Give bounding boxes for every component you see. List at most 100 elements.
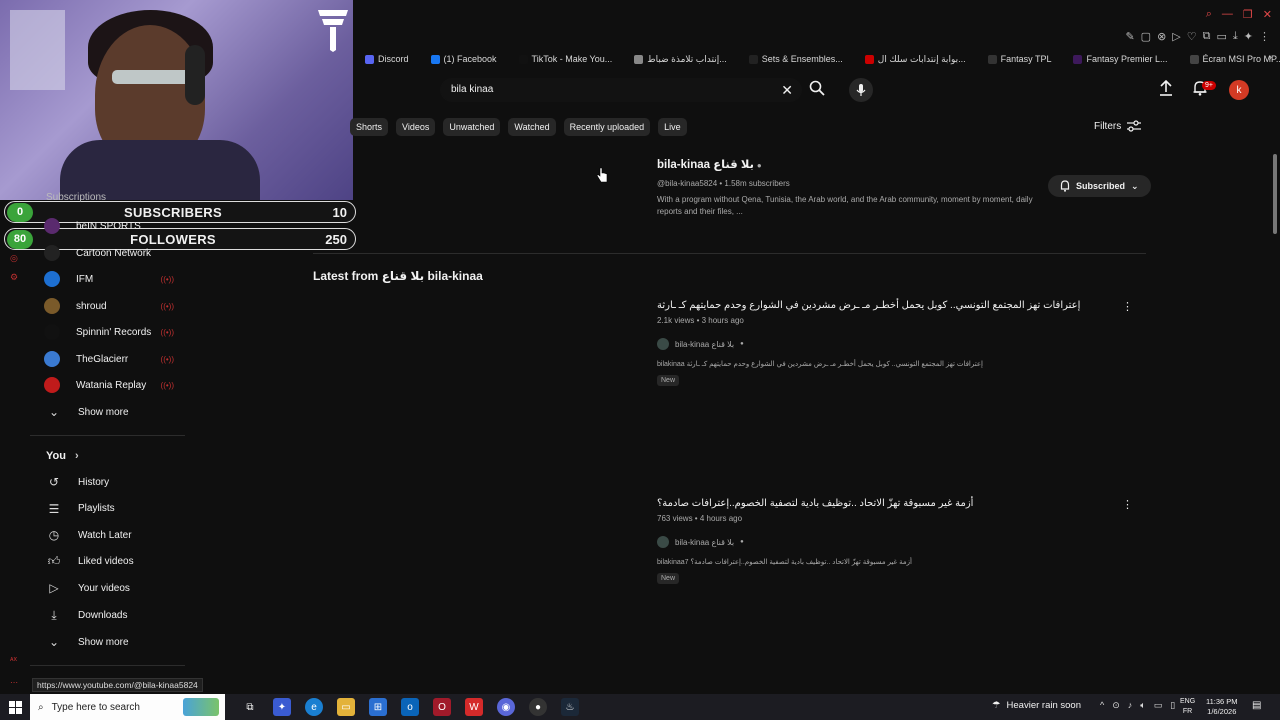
- pin-icon[interactable]: ✎: [1125, 30, 1134, 43]
- subscription-item[interactable]: TheGlacierr ((•)): [44, 346, 184, 372]
- video-channel[interactable]: bila-kinaa بلا قناع ●: [657, 536, 1137, 548]
- scrollbar-thumb[interactable]: [1273, 154, 1277, 234]
- taskbar-search[interactable]: ⌕ Type here to search: [30, 694, 225, 720]
- network-icon[interactable]: ⊙: [1112, 700, 1120, 711]
- display-icon[interactable]: ▭: [1154, 700, 1163, 711]
- obs-icon[interactable]: ●: [529, 698, 547, 716]
- copilot-icon[interactable]: ✦: [273, 698, 291, 716]
- show-more-subscriptions-button[interactable]: ⌄ Show more: [46, 399, 186, 425]
- subscription-item[interactable]: beIN SPORTS: [44, 213, 184, 239]
- you-item[interactable]: ▷ Your videos: [46, 575, 186, 601]
- restore-icon[interactable]: ❐: [1243, 8, 1253, 21]
- menu-icon[interactable]: ⋮: [1259, 30, 1270, 43]
- create-button[interactable]: [1159, 79, 1173, 99]
- bookmark-item[interactable]: Sets & Ensembles...: [748, 52, 843, 66]
- filters-button[interactable]: Filters: [1094, 120, 1142, 132]
- bookmark-item[interactable]: Fantasy TPL: [987, 52, 1051, 66]
- subscription-item[interactable]: Cartoon Network: [44, 240, 184, 266]
- subscription-item[interactable]: Watania Replay ((•)): [44, 372, 184, 398]
- mini-guide-live-icon[interactable]: ◎: [10, 253, 18, 264]
- channel-avatar: [44, 377, 60, 393]
- account-avatar[interactable]: k: [1229, 80, 1249, 100]
- store-icon[interactable]: ⊞: [369, 698, 387, 716]
- edge-icon[interactable]: e: [305, 698, 323, 716]
- bookmarks-overflow-icon[interactable]: ›: [1269, 52, 1272, 63]
- filter-chip[interactable]: Unwatched: [443, 118, 501, 136]
- filter-chip[interactable]: Shorts: [350, 118, 389, 136]
- liked-icon: 👍︎: [47, 554, 61, 569]
- filter-chip[interactable]: Watched: [508, 118, 556, 136]
- live-indicator-icon: ((•)): [160, 301, 174, 311]
- steam-icon[interactable]: ♨: [561, 698, 579, 716]
- mini-guide-settings-icon[interactable]: ⚙: [10, 272, 18, 283]
- search-icon[interactable]: ⌕: [1206, 8, 1212, 21]
- more-actions-icon[interactable]: ⋮: [1122, 300, 1133, 313]
- bookmark-label: Sets & Ensembles...: [761, 54, 843, 64]
- play-icon[interactable]: ▷: [1172, 30, 1180, 43]
- clear-search-icon[interactable]: ✕: [781, 82, 793, 99]
- extension-icon[interactable]: ⊗: [1157, 30, 1166, 43]
- bookmark-label: TikTok - Make You...: [531, 54, 613, 64]
- close-icon[interactable]: ✕: [1263, 8, 1272, 21]
- you-item[interactable]: ↺ History: [46, 469, 186, 495]
- outlook-icon[interactable]: o: [401, 698, 419, 716]
- weather-widget[interactable]: ☂ Heavier rain soon: [992, 700, 1081, 711]
- search-input[interactable]: bila kinaa: [451, 84, 493, 95]
- subscription-label: Cartoon Network: [76, 247, 152, 259]
- page-scrollbar[interactable]: [1270, 74, 1280, 694]
- bookmark-item[interactable]: بوابة إنتدابات سلك ال...: [864, 52, 966, 66]
- subscription-item[interactable]: Spinnin' Records ((•)): [44, 319, 184, 345]
- puzzle-icon[interactable]: ⧉: [1203, 30, 1211, 43]
- minimize-icon[interactable]: —: [1222, 8, 1233, 21]
- filter-chip[interactable]: Live: [658, 118, 687, 136]
- video-item[interactable]: أزمة غير مسبوقة تهزّ الاتحاد ..توظيف باد…: [657, 498, 1137, 585]
- more-actions-icon[interactable]: ⋮: [1122, 498, 1133, 511]
- start-button[interactable]: [0, 694, 30, 720]
- filter-chip[interactable]: Recently uploaded: [563, 118, 651, 136]
- channel-name[interactable]: bila-kinaa بلا قناع ●: [657, 157, 762, 171]
- tab-icon[interactable]: ▢: [1141, 30, 1151, 43]
- video-title[interactable]: أزمة غير مسبوقة تهزّ الاتحاد ..توظيف باد…: [657, 498, 1137, 509]
- show-more-you-button[interactable]: ⌄ Show more: [46, 629, 186, 655]
- language-indicator[interactable]: ENG FR: [1180, 697, 1195, 717]
- heart-icon[interactable]: ♡: [1187, 30, 1197, 43]
- tray-expand-icon[interactable]: ^: [1100, 700, 1104, 711]
- bookmark-item[interactable]: Écran MSI Pro MP...: [1189, 52, 1280, 66]
- notification-center-icon[interactable]: ▤: [1252, 700, 1261, 711]
- discord-icon[interactable]: ◉: [497, 698, 515, 716]
- you-item[interactable]: 👍︎ Liked videos: [46, 549, 186, 575]
- search-box[interactable]: bila kinaa ✕: [440, 78, 802, 102]
- subscription-item[interactable]: IFM ((•)): [44, 266, 184, 292]
- bookmark-item[interactable]: (1) Facebook: [430, 52, 497, 66]
- battery-icon[interactable]: ▯: [1170, 700, 1175, 711]
- subscription-item[interactable]: shroud ((•)): [44, 293, 184, 319]
- mini-guide-ai-icon[interactable]: ᴀx: [10, 656, 17, 663]
- ai-icon[interactable]: ✦: [1244, 30, 1253, 43]
- you-section-link[interactable]: You ›: [46, 450, 79, 462]
- wps-icon[interactable]: W: [465, 698, 483, 716]
- mini-guide-more-icon[interactable]: ⋯: [10, 678, 18, 687]
- subscribed-button[interactable]: Subscribed ⌄: [1048, 175, 1151, 197]
- search-button[interactable]: [806, 80, 828, 100]
- chevron-right-icon: ›: [75, 450, 79, 462]
- bookmark-item[interactable]: Discord: [365, 52, 409, 66]
- mic-tray-icon[interactable]: ♪: [1128, 700, 1133, 711]
- task-view-icon[interactable]: ⧉: [241, 698, 259, 716]
- you-item[interactable]: ☰ Playlists: [46, 496, 186, 522]
- volume-icon[interactable]: 🔈︎: [1140, 700, 1145, 711]
- folder-icon[interactable]: ▭: [1217, 30, 1227, 43]
- voice-search-button[interactable]: [849, 78, 873, 102]
- bookmark-item[interactable]: Fantasy Premier L...: [1073, 52, 1168, 66]
- video-title[interactable]: إعترافات تهز المجتمع التونسي.. كوبل يحمل…: [657, 300, 1137, 311]
- video-item[interactable]: إعترافات تهز المجتمع التونسي.. كوبل يحمل…: [657, 300, 1137, 387]
- file-explorer-icon[interactable]: ▭: [337, 698, 355, 716]
- bookmark-item[interactable]: إنتداب تلامذة ضباط...: [634, 52, 727, 66]
- opera-icon[interactable]: O: [433, 698, 451, 716]
- filter-chip[interactable]: Videos: [396, 118, 436, 136]
- download-icon[interactable]: ⤓: [1233, 30, 1238, 43]
- you-item[interactable]: ◷ Watch Later: [46, 522, 186, 548]
- video-channel[interactable]: bila-kinaa بلا قناع ●: [657, 338, 1137, 350]
- taskbar-clock[interactable]: 11:36 PM 1/6/2026: [1206, 697, 1238, 717]
- you-item[interactable]: ⤓ Downloads: [46, 602, 186, 628]
- bookmark-item[interactable]: TikTok - Make You...: [518, 52, 613, 66]
